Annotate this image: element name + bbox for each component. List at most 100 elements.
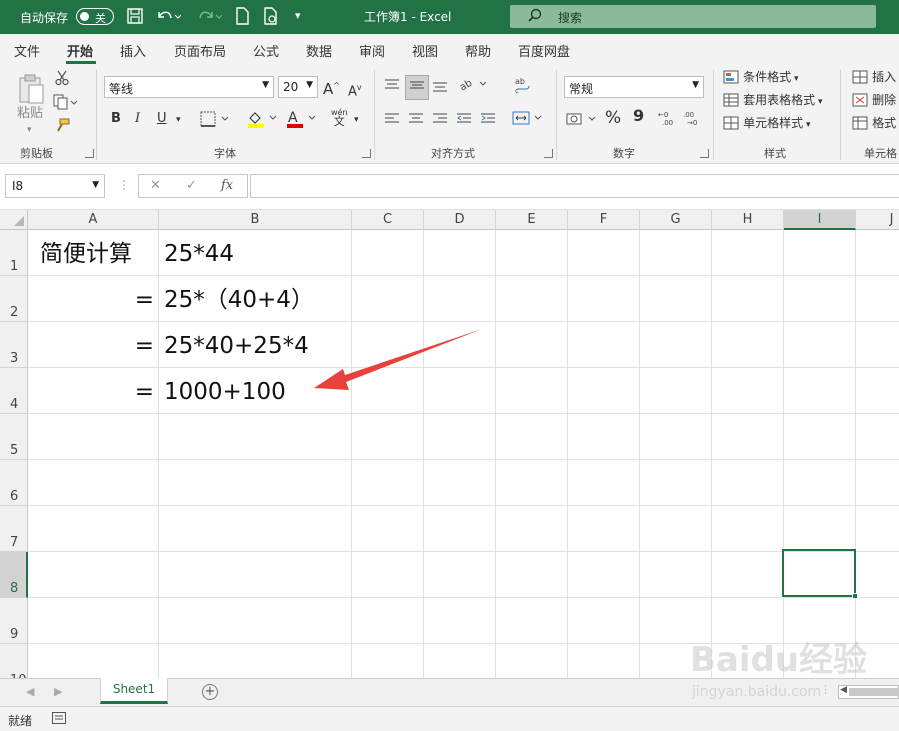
number-dialog-launcher[interactable]	[700, 149, 709, 158]
format-painter-icon[interactable]	[54, 118, 70, 139]
increase-decimal-icon[interactable]: ←0.00	[658, 109, 678, 132]
number-format-select[interactable]: 常规 ▼	[564, 76, 704, 98]
font-color-icon[interactable]: A	[285, 109, 319, 134]
paste-dropdown-icon[interactable]: ▾	[27, 122, 32, 138]
name-box-value: I8	[12, 179, 24, 193]
italic-button[interactable]: I	[135, 111, 140, 127]
comma-style-button[interactable]: 9	[633, 108, 644, 124]
phonetic-dropdown-icon[interactable]: ▾	[354, 112, 359, 128]
save-icon[interactable]	[126, 7, 144, 30]
group-divider	[96, 70, 97, 160]
tab-formulas[interactable]: 公式	[253, 41, 279, 60]
accessibility-icon[interactable]	[52, 712, 66, 724]
print-preview-icon[interactable]	[262, 7, 280, 30]
tab-home[interactable]: 开始	[67, 41, 93, 60]
cut-icon[interactable]	[55, 70, 69, 91]
undo-icon[interactable]	[155, 7, 182, 30]
group-divider	[374, 70, 375, 160]
tab-view[interactable]: 视图	[412, 41, 438, 60]
format-cells-label: 格式	[872, 116, 897, 130]
formula-input[interactable]	[250, 174, 899, 198]
font-size-value: 20	[283, 80, 299, 94]
accounting-format-icon[interactable]	[566, 111, 598, 132]
svg-text:→0: →0	[687, 119, 697, 127]
delete-cells-button[interactable]: 删除	[852, 93, 896, 112]
paste-label: 粘贴	[17, 106, 44, 121]
sheet-tab[interactable]: Sheet1	[100, 678, 168, 704]
watermark-logo: Baidu经验	[690, 640, 868, 680]
increase-font-size-icon[interactable]: A^	[323, 78, 340, 97]
underline-button[interactable]: U	[157, 111, 167, 127]
insert-function-button[interactable]: fx	[221, 178, 233, 193]
svg-text:.00: .00	[662, 119, 673, 127]
merge-center-icon[interactable]	[512, 110, 544, 131]
search-placeholder: 搜索	[558, 11, 583, 25]
customize-icon[interactable]: ▾	[295, 7, 301, 25]
redo-icon[interactable]	[196, 7, 223, 30]
decrease-decimal-icon[interactable]: .00 →0	[683, 109, 703, 132]
insert-cells-button[interactable]: 插入	[852, 70, 896, 89]
new-file-icon[interactable]	[234, 7, 250, 30]
bold-button[interactable]: B	[111, 111, 121, 127]
align-center-icon[interactable]	[408, 112, 424, 131]
percent-style-button[interactable]: %	[605, 110, 621, 127]
align-middle-icon[interactable]	[405, 75, 429, 100]
wrap-text-icon[interactable]: ab c	[514, 76, 532, 99]
svg-text:c: c	[515, 87, 519, 94]
previous-sheet-icon[interactable]: ◀	[26, 685, 34, 698]
orientation-icon[interactable]: ab	[458, 76, 488, 97]
cell-styles-icon	[723, 116, 739, 130]
search-icon	[528, 8, 542, 26]
cancel-icon[interactable]: ✕	[150, 178, 161, 193]
align-bottom-icon[interactable]	[432, 78, 448, 97]
align-top-icon[interactable]	[384, 78, 400, 97]
conditional-formatting-button[interactable]: 条件格式 ▾	[723, 70, 799, 90]
conditional-formatting-label: 条件格式	[743, 70, 792, 84]
spreadsheet-grid[interactable]: A B C D E F G H I J 1 2 3 4 5 6 7 8 9 10…	[0, 210, 899, 678]
clipboard-group-label: 剪贴板	[20, 147, 53, 160]
selected-cell-highlight[interactable]	[782, 549, 858, 599]
tab-help[interactable]: 帮助	[465, 41, 491, 60]
decrease-font-size-icon[interactable]: Av	[348, 80, 362, 100]
font-size-select[interactable]: 20 ▼	[278, 76, 318, 98]
format-as-table-button[interactable]: 套用表格格式 ▾	[723, 93, 823, 113]
enter-icon[interactable]: ✓	[186, 178, 197, 193]
name-box[interactable]: I8 ▼	[5, 174, 105, 198]
formula-bar: I8 ▼ ⋮ ✕ ✓ fx	[0, 164, 899, 210]
tab-insert[interactable]: 插入	[120, 41, 146, 60]
svg-text:←0: ←0	[658, 111, 668, 119]
chevron-down-icon: ▼	[92, 180, 99, 190]
tab-page-layout[interactable]: 页面布局	[174, 41, 226, 60]
underline-dropdown-icon[interactable]: ▾	[176, 112, 181, 128]
copy-icon[interactable]	[53, 94, 78, 115]
align-right-icon[interactable]	[432, 112, 448, 131]
clipboard-dialog-launcher[interactable]	[85, 149, 94, 158]
watermark-site: jingyan.baidu.com	[692, 684, 822, 700]
add-sheet-button[interactable]: +	[202, 684, 218, 700]
fill-handle[interactable]	[852, 593, 858, 599]
format-cells-button[interactable]: 格式	[852, 116, 896, 135]
tab-data[interactable]: 数据	[306, 41, 332, 60]
decrease-indent-icon[interactable]	[456, 112, 472, 131]
cell-styles-label: 单元格样式	[743, 116, 804, 130]
search-box[interactable]: 搜索	[510, 5, 876, 28]
autosave-label: 自动保存	[20, 11, 69, 25]
cell-styles-button[interactable]: 单元格样式 ▾	[723, 116, 811, 136]
tab-review[interactable]: 审阅	[359, 41, 385, 60]
autosave-toggle[interactable]: 关	[76, 8, 114, 25]
increase-indent-icon[interactable]	[480, 112, 496, 131]
align-left-icon[interactable]	[384, 112, 400, 131]
alignment-dialog-launcher[interactable]	[544, 149, 553, 158]
phonetic-guide-icon[interactable]: wén 文	[331, 108, 348, 127]
tab-file[interactable]: 文件	[14, 41, 40, 60]
svg-text:ab: ab	[515, 77, 525, 86]
fill-color-icon[interactable]	[246, 109, 278, 134]
group-divider	[713, 70, 714, 160]
ribbon-tabs: 文件 开始 插入 页面布局 公式 数据 审阅 视图 帮助 百度网盘	[0, 34, 899, 64]
font-dialog-launcher[interactable]	[362, 149, 371, 158]
borders-icon[interactable]	[200, 111, 230, 132]
tab-baidu-netdisk[interactable]: 百度网盘	[518, 41, 570, 60]
font-family-select[interactable]: 等线 ▼	[104, 76, 274, 98]
next-sheet-icon[interactable]: ▶	[54, 685, 62, 698]
formula-bar-grip-icon[interactable]: ⋮	[118, 178, 130, 192]
